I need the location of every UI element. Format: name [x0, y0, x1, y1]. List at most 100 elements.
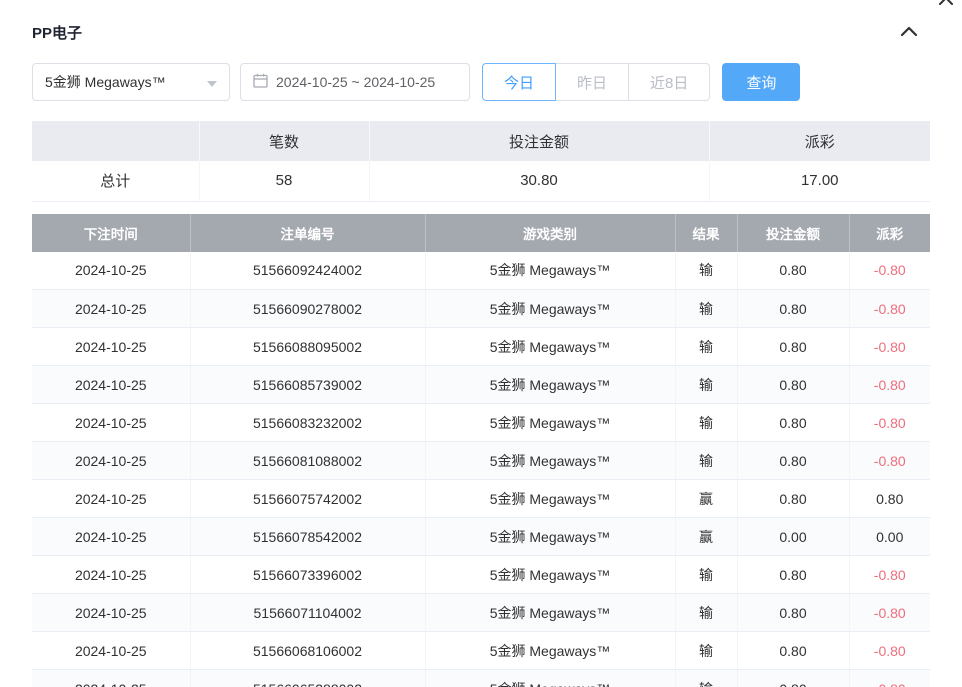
panel-title: PP电子	[32, 22, 82, 43]
table-row: 2024-10-25515660733960025金狮 Megaways™输0.…	[32, 556, 930, 594]
table-row: 2024-10-25515660924240025金狮 Megaways™输0.…	[32, 252, 930, 290]
chevron-down-icon	[207, 74, 217, 90]
table-row: 2024-10-25515660857390025金狮 Megaways™输0.…	[32, 366, 930, 404]
bet-time-cell: 2024-10-25	[32, 556, 190, 594]
order-id-cell: 51566078542002	[190, 518, 425, 556]
game-type-cell: 5金狮 Megaways™	[425, 252, 675, 290]
result-cell: 赢	[675, 480, 737, 518]
header-payout: 派彩	[849, 214, 930, 252]
chevron-up-icon	[900, 24, 918, 42]
bet-time-cell: 2024-10-25	[32, 366, 190, 404]
game-select[interactable]: 5金狮 Megaways™	[32, 63, 230, 101]
table-row: 2024-10-25515660757420025金狮 Megaways™赢0.…	[32, 480, 930, 518]
game-select-value: 5金狮 Megaways™	[45, 72, 166, 92]
bet-amount-cell: 0.80	[737, 290, 849, 328]
summary-header-count: 笔数	[199, 121, 369, 161]
game-type-cell: 5金狮 Megaways™	[425, 518, 675, 556]
filter-bar: 5金狮 Megaways™ 2024-10-25 ~ 2024-10-25 今日…	[32, 63, 930, 101]
bet-time-cell: 2024-10-25	[32, 632, 190, 670]
calendar-icon	[253, 73, 268, 91]
bet-amount-cell: 0.80	[737, 404, 849, 442]
bet-amount-cell: 0.80	[737, 252, 849, 290]
bet-time-cell: 2024-10-25	[32, 670, 190, 687]
order-id-cell: 51566085739002	[190, 366, 425, 404]
bet-time-cell: 2024-10-25	[32, 290, 190, 328]
collapse-button[interactable]	[900, 24, 918, 42]
table-row: 2024-10-25515660880950025金狮 Megaways™输0.…	[32, 328, 930, 366]
order-id-cell: 51566065288002	[190, 670, 425, 687]
yesterday-button[interactable]: 昨日	[555, 63, 629, 101]
order-id-cell: 51566073396002	[190, 556, 425, 594]
bet-time-cell: 2024-10-25	[32, 594, 190, 632]
game-type-cell: 5金狮 Megaways™	[425, 290, 675, 328]
header-order-id: 注单编号	[190, 214, 425, 252]
bet-time-cell: 2024-10-25	[32, 442, 190, 480]
table-row: 2024-10-25515660785420025金狮 Megaways™赢0.…	[32, 518, 930, 556]
header-result: 结果	[675, 214, 737, 252]
game-type-cell: 5金狮 Megaways™	[425, 670, 675, 687]
bet-time-cell: 2024-10-25	[32, 404, 190, 442]
table-row: 2024-10-25515660711040025金狮 Megaways™输0.…	[32, 594, 930, 632]
pp-electronic-panel: PP电子 5金狮 Megaways™ 2024-10-25	[0, 0, 962, 687]
bet-amount-cell: 0.80	[737, 670, 849, 687]
order-id-cell: 51566090278002	[190, 290, 425, 328]
game-type-cell: 5金狮 Megaways™	[425, 366, 675, 404]
table-row: 2024-10-25515660810880025金狮 Megaways™输0.…	[32, 442, 930, 480]
bet-amount-cell: 0.80	[737, 480, 849, 518]
result-cell: 输	[675, 594, 737, 632]
summary-header-bet-amount: 投注金额	[369, 121, 709, 161]
table-row: 2024-10-25515660652880025金狮 Megaways™输0.…	[32, 670, 930, 687]
today-button[interactable]: 今日	[482, 63, 556, 101]
table-row: 2024-10-25515660681060025金狮 Megaways™输0.…	[32, 632, 930, 670]
bet-time-cell: 2024-10-25	[32, 328, 190, 366]
order-id-cell: 51566068106002	[190, 632, 425, 670]
result-cell: 输	[675, 442, 737, 480]
result-cell: 输	[675, 252, 737, 290]
date-range-value: 2024-10-25 ~ 2024-10-25	[276, 74, 435, 90]
game-type-cell: 5金狮 Megaways™	[425, 480, 675, 518]
payout-cell: 0.80	[849, 480, 930, 518]
summary-header-empty	[32, 121, 199, 161]
payout-cell: -0.80	[849, 290, 930, 328]
payout-cell: -0.80	[849, 670, 930, 687]
bet-amount-cell: 0.80	[737, 594, 849, 632]
result-cell: 输	[675, 556, 737, 594]
payout-cell: -0.80	[849, 594, 930, 632]
summary-header-row: 笔数 投注金额 派彩	[32, 121, 930, 161]
previous-panel-collapse-icon[interactable]	[938, 0, 954, 11]
game-type-cell: 5金狮 Megaways™	[425, 404, 675, 442]
result-cell: 输	[675, 670, 737, 687]
order-id-cell: 51566071104002	[190, 594, 425, 632]
payout-cell: 0.00	[849, 518, 930, 556]
records-table: 下注时间 注单编号 游戏类别 结果 投注金额 派彩 2024-10-255156…	[32, 214, 930, 687]
summary-total-payout: 17.00	[709, 161, 930, 201]
result-cell: 赢	[675, 518, 737, 556]
table-row: 2024-10-25515660902780025金狮 Megaways™输0.…	[32, 290, 930, 328]
result-cell: 输	[675, 290, 737, 328]
order-id-cell: 51566083232002	[190, 404, 425, 442]
table-row: 2024-10-25515660832320025金狮 Megaways™输0.…	[32, 404, 930, 442]
payout-cell: -0.80	[849, 328, 930, 366]
panel-header: PP电子	[32, 0, 930, 43]
bet-time-cell: 2024-10-25	[32, 518, 190, 556]
result-cell: 输	[675, 404, 737, 442]
search-button[interactable]: 查询	[722, 63, 800, 101]
order-id-cell: 51566088095002	[190, 328, 425, 366]
header-bet-time: 下注时间	[32, 214, 190, 252]
result-cell: 输	[675, 366, 737, 404]
game-type-cell: 5金狮 Megaways™	[425, 556, 675, 594]
bet-time-cell: 2024-10-25	[32, 480, 190, 518]
order-id-cell: 51566092424002	[190, 252, 425, 290]
payout-cell: -0.80	[849, 632, 930, 670]
order-id-cell: 51566075742002	[190, 480, 425, 518]
summary-total-count: 58	[199, 161, 369, 201]
bet-amount-cell: 0.80	[737, 442, 849, 480]
summary-total-row: 总计 58 30.80 17.00	[32, 161, 930, 201]
bet-time-cell: 2024-10-25	[32, 252, 190, 290]
result-cell: 输	[675, 328, 737, 366]
last-8-days-button[interactable]: 近8日	[628, 63, 710, 101]
result-cell: 输	[675, 632, 737, 670]
bet-amount-cell: 0.00	[737, 518, 849, 556]
game-type-cell: 5金狮 Megaways™	[425, 442, 675, 480]
date-range-input[interactable]: 2024-10-25 ~ 2024-10-25	[240, 63, 470, 101]
